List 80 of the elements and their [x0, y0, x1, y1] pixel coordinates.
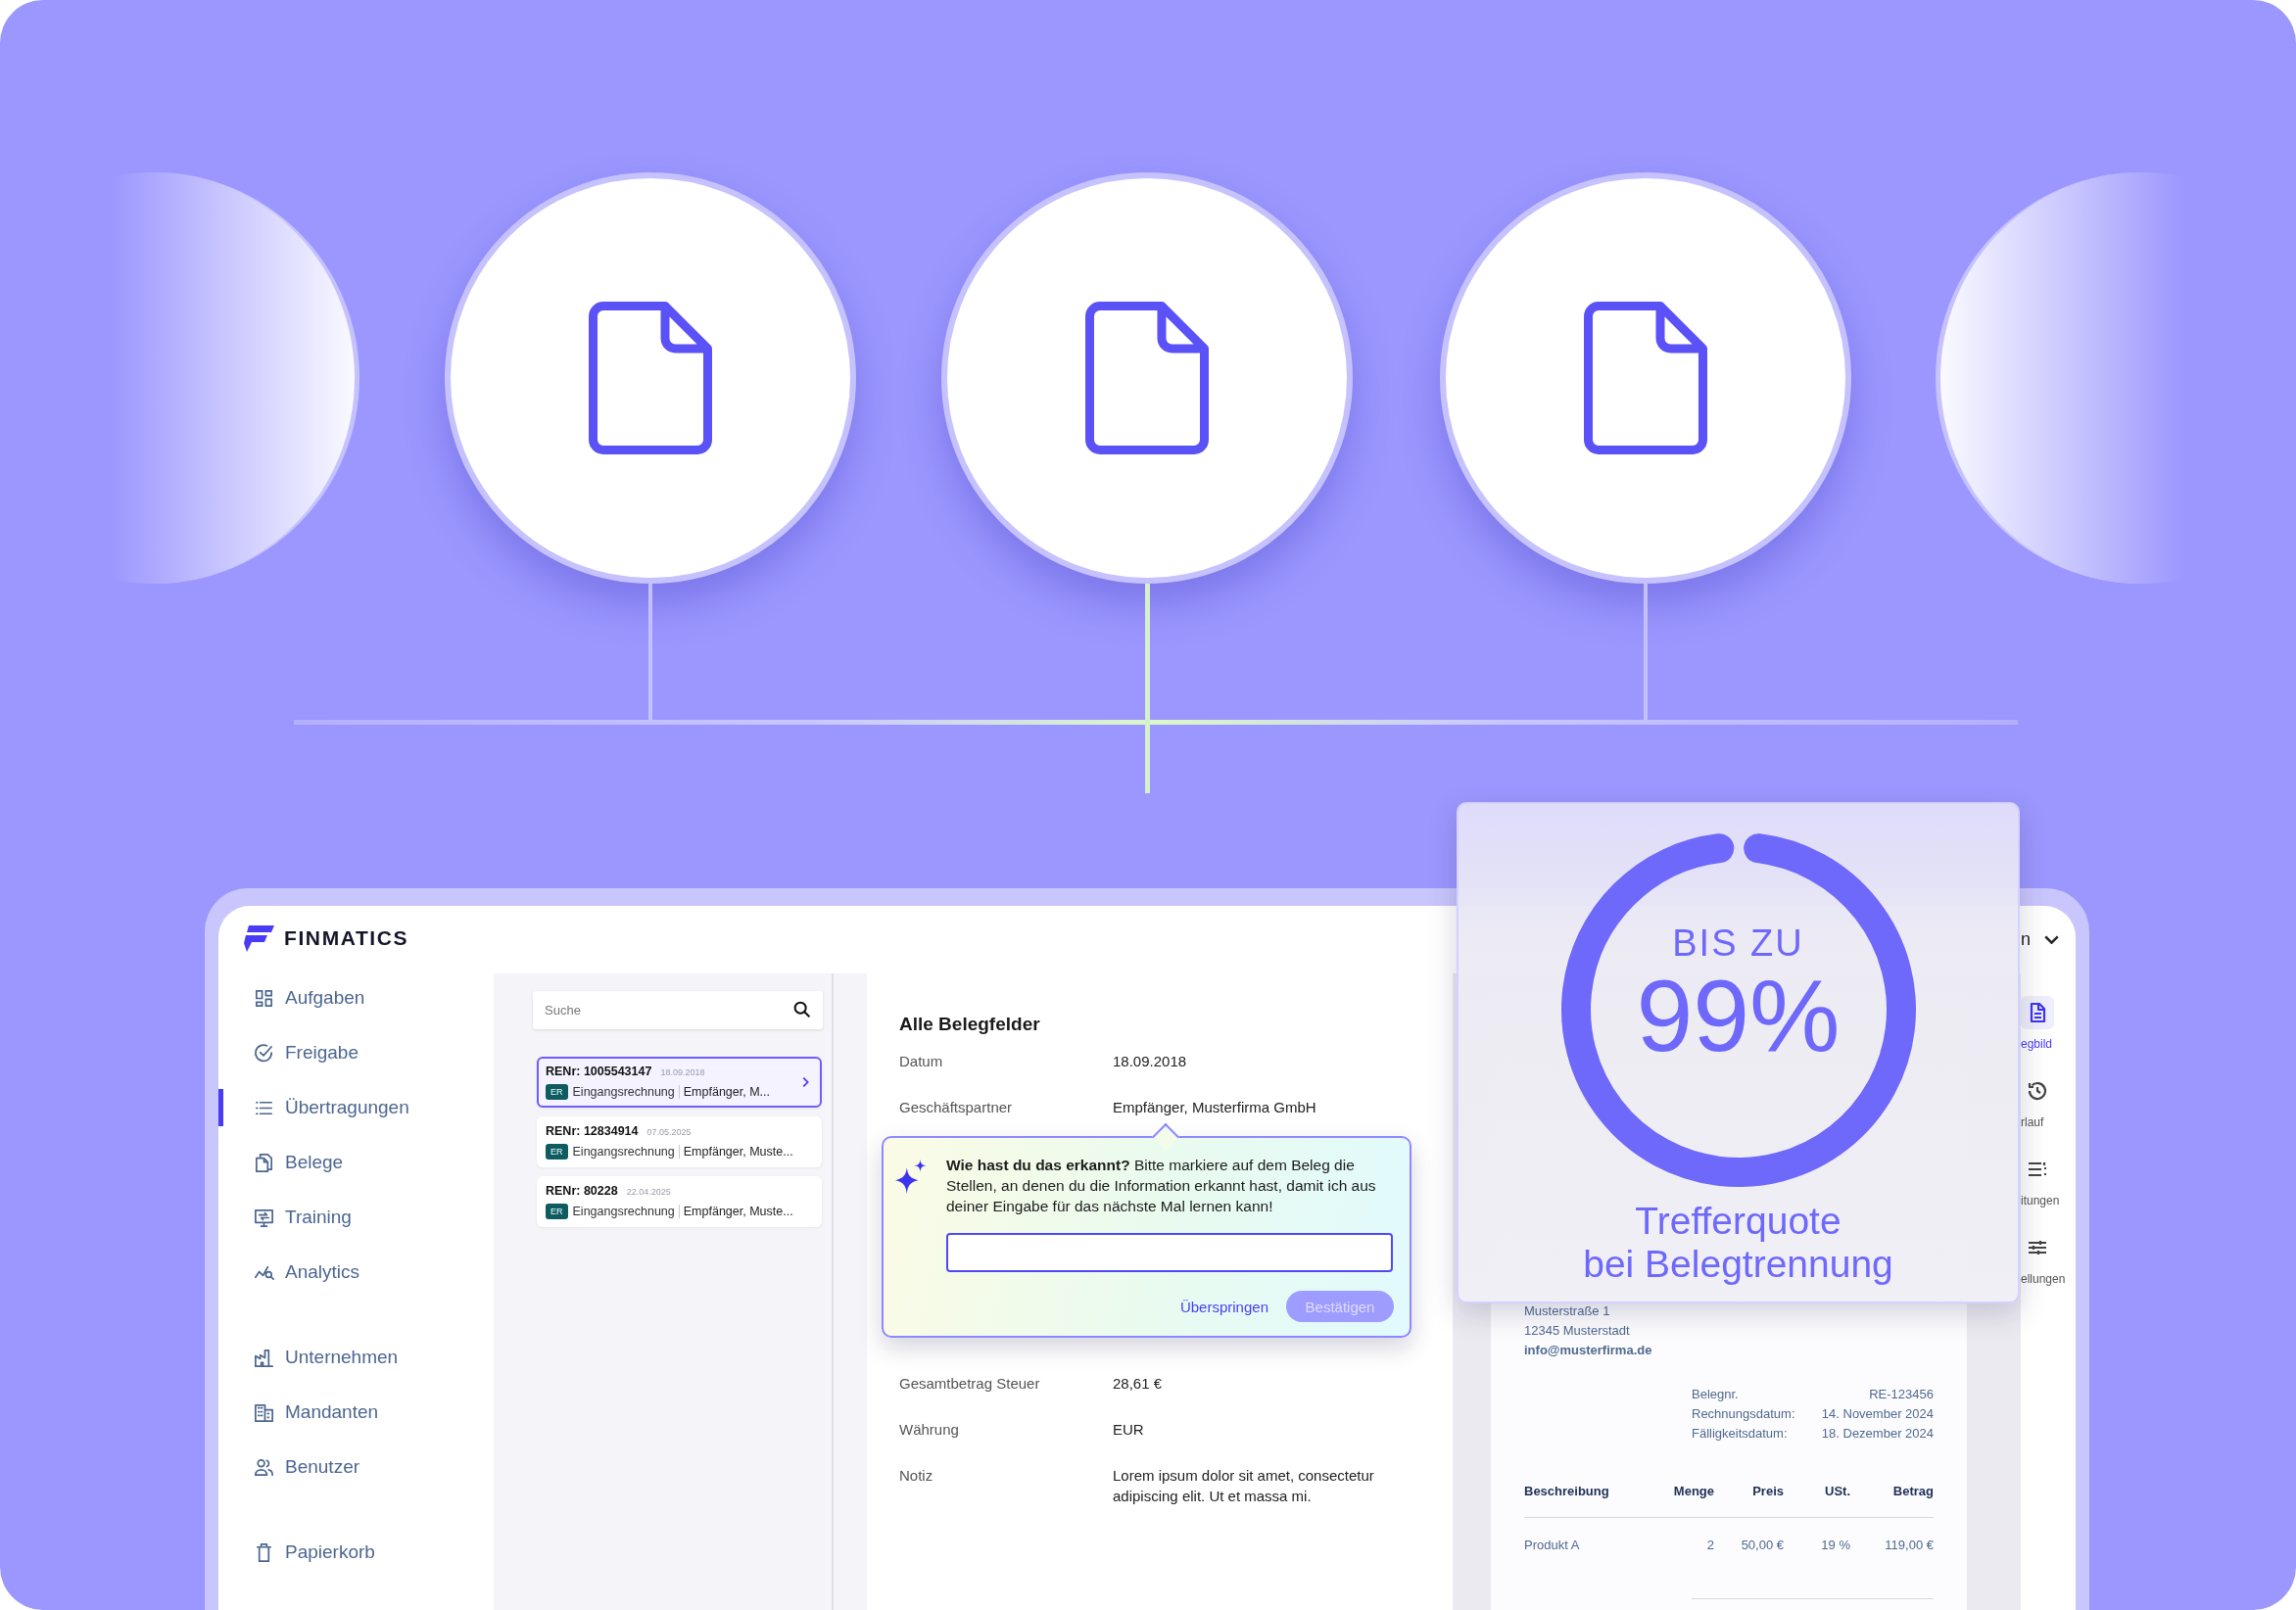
stat-value: 99%	[1636, 963, 1841, 1068]
brand-name: FINMATICS	[284, 926, 409, 950]
tool-tab[interactable]: rlauf	[2021, 1074, 2054, 1129]
field-value: 18.09.2018	[1113, 1052, 1188, 1071]
document-item[interactable]: RENr: 1005543147 18.09.2018 ER Eingangsrechnung Empfänger, M...	[537, 1057, 822, 1108]
nav-item[interactable]: Aufgaben	[218, 971, 494, 1025]
field-label: Datum	[899, 1052, 944, 1071]
invoice-number: RENr: 12834914	[546, 1124, 639, 1138]
meta-label: Rechnungsdatum:	[1692, 1405, 1796, 1423]
logo-icon	[243, 923, 274, 953]
table-cell-text: 50,00 €	[1740, 1537, 1784, 1554]
field-label: Währung	[899, 1420, 960, 1440]
column-header: USt.	[1824, 1483, 1850, 1500]
stat-caption: bei Belegtrennung	[1583, 1243, 1893, 1286]
table-cell-text: 19 %	[1820, 1537, 1850, 1554]
search-icon	[791, 999, 813, 1020]
document-type: Eingangsrechnung	[572, 1205, 680, 1218]
invoice-date: 07.05.2025	[646, 1127, 692, 1137]
field-value: Lorem ipsum dolor sit amet, consectetur adipiscing elit. Ut et massa mi.	[1113, 1466, 1375, 1506]
nav-item[interactable]: Übertragungen	[218, 1080, 494, 1135]
sparkle-icon	[893, 1160, 929, 1195]
tool-tab[interactable]: ellungen	[2021, 1231, 2066, 1286]
nav-item[interactable]: Benutzer	[218, 1440, 494, 1494]
nav-item[interactable]: Freigabe	[218, 1025, 494, 1080]
account-dropdown[interactable]: n	[2021, 929, 2059, 950]
partner-name: Empfänger, Muste...	[683, 1205, 793, 1218]
type-badge: ER	[546, 1084, 568, 1100]
chevron-down-icon	[2044, 935, 2059, 944]
tool-tab[interactable]: egbild	[2021, 996, 2054, 1051]
table-cell-text: Produkt A	[1524, 1537, 1581, 1554]
type-badge: ER	[546, 1204, 568, 1219]
stat-caption: Trefferquote	[1635, 1200, 1842, 1243]
document-item[interactable]: RENr: 12834914 07.05.2025 ER Eingangsrechnung Empfänger, Muste...	[537, 1116, 822, 1167]
nav-item[interactable]: Analytics	[218, 1245, 494, 1300]
column-header: Betrag	[1891, 1483, 1934, 1500]
meta-value: 14. November 2024	[1821, 1405, 1934, 1423]
stat-prefix: BIS ZU	[1672, 923, 1804, 963]
answer-field[interactable]	[946, 1233, 1393, 1272]
field-value: Empfänger, Musterfirma GmbH	[1113, 1098, 1317, 1117]
nav-item[interactable]: Training	[218, 1190, 494, 1245]
meta-value: 18. Dezember 2024	[1821, 1425, 1934, 1443]
document-type: Eingangsrechnung	[572, 1145, 680, 1159]
column-header: Beschreibung	[1524, 1483, 1610, 1500]
address-line: 12345 Musterstadt	[1524, 1322, 1631, 1340]
nav-item[interactable]: Mandanten	[218, 1385, 494, 1440]
meta-value: RE-123456	[1868, 1386, 1934, 1403]
invoice-date: 18.09.2018	[660, 1067, 705, 1077]
table-cell-text: 119,00 €	[1884, 1537, 1934, 1554]
field-label: Geschäftspartner	[899, 1098, 1014, 1117]
field-value: EUR	[1113, 1420, 1145, 1440]
documents-icon	[253, 1151, 275, 1174]
invoice-number: RENr: 80228	[546, 1184, 618, 1198]
hint-text: Wie hast du das erkannt? Bitte markiere auf dem Beleg die Stellen, an denen du die Information erkannt hast, damit ich aus deiner Eingabe für das nächste Mal lernen kann!	[946, 1156, 1377, 1216]
address-line: Musterstraße 1	[1524, 1302, 1611, 1320]
invoice-number: RENr: 1005543147	[546, 1065, 652, 1078]
meta-label: Fälligkeitsdatum:	[1692, 1425, 1789, 1443]
document-icon	[1085, 302, 1209, 454]
invoice-date: 22.04.2025	[626, 1187, 671, 1197]
partner-name: Empfänger, Muste...	[683, 1145, 793, 1159]
field-value: 28,61 €	[1113, 1374, 1164, 1394]
field-label: Gesamtbetrag Steuer	[899, 1374, 1041, 1394]
section-title: Alle Belegfelder	[899, 1013, 1041, 1036]
nav-item[interactable]: Unternehmen	[218, 1330, 494, 1385]
meta-label: Belegnr.	[1692, 1386, 1740, 1403]
column-header: Preis	[1751, 1483, 1784, 1500]
table-cell-text: 2	[1705, 1537, 1714, 1554]
search-field[interactable]: Suche	[533, 991, 823, 1029]
document-icon	[589, 302, 712, 454]
document-item[interactable]: RENr: 80228 22.04.2025 ER Eingangsrechnung Empfänger, Muste...	[537, 1176, 822, 1227]
document-icon	[1584, 302, 1707, 454]
document-type: Eingangsrechnung	[572, 1085, 680, 1099]
field-label: Notiz	[899, 1466, 934, 1486]
nav-item[interactable]: Papierkorb	[218, 1525, 494, 1580]
partner-name: Empfänger, M...	[683, 1085, 770, 1099]
skip-link[interactable]: Überspringen	[1179, 1298, 1268, 1315]
email-text: info@musterfirma.de	[1524, 1342, 1653, 1359]
column-header: Menge	[1672, 1483, 1714, 1500]
type-badge: ER	[546, 1144, 568, 1160]
nav-item[interactable]: Belege	[218, 1135, 494, 1190]
tool-tab[interactable]: itungen	[2021, 1153, 2060, 1208]
